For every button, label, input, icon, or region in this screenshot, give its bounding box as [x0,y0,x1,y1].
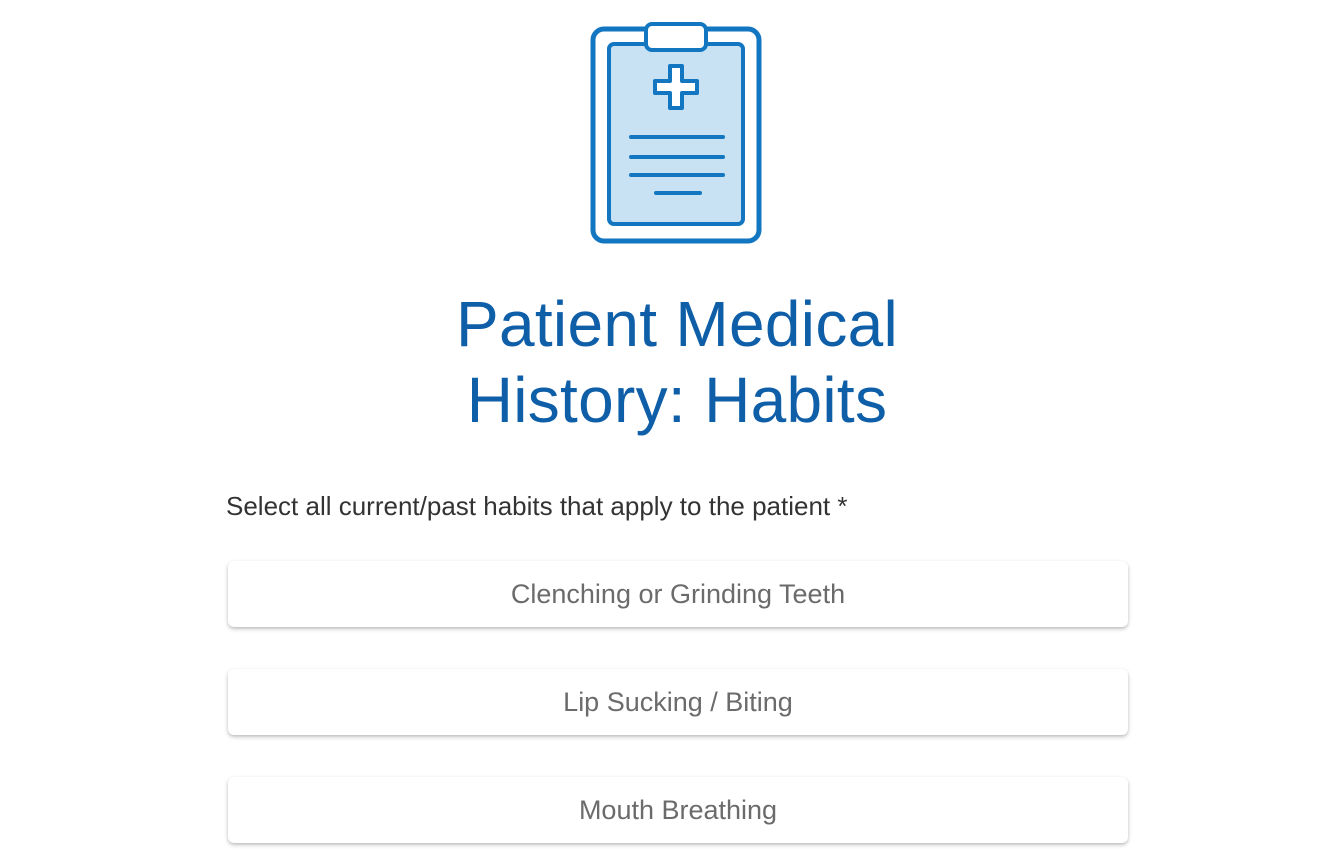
page-title-line-1: Patient Medical [455,288,899,360]
habit-option-mouth-breathing[interactable]: Mouth Breathing [228,777,1128,843]
habit-option-lip-sucking-biting[interactable]: Lip Sucking / Biting [228,669,1128,735]
habit-option-label: Lip Sucking / Biting [563,686,793,717]
page-title: Patient Medical History: Habits [362,286,992,438]
habit-option-label: Clenching or Grinding Teeth [510,578,846,609]
habits-form-page: Patient Medical History: Habits Select a… [0,0,1324,856]
habit-option-label: Mouth Breathing [578,794,778,825]
clipboard-medical-icon [588,22,764,246]
habit-option-clenching-grinding[interactable]: Clenching or Grinding Teeth [228,561,1128,627]
page-title-line-2: History: Habits [466,364,888,436]
question-prompt: Select all current/past habits that appl… [226,491,848,521]
